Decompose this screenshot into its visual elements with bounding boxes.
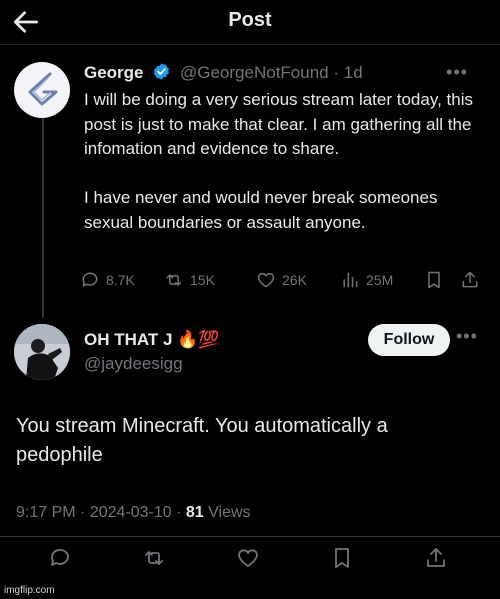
author-name[interactable]: George <box>84 63 144 82</box>
view-count: 25M <box>366 272 394 288</box>
views-button[interactable]: 25M <box>340 266 393 294</box>
share-button[interactable] <box>460 266 480 294</box>
reply-icon <box>82 272 98 287</box>
separator: · <box>176 504 182 521</box>
like-button[interactable]: 26K <box>256 266 307 294</box>
post-time[interactable]: 9:17 PM <box>16 504 76 521</box>
repost-count: 15K <box>190 272 215 288</box>
reply-post-actions <box>0 540 500 576</box>
bookmark-icon <box>428 271 440 289</box>
bookmark-icon <box>335 548 349 568</box>
divider <box>0 536 500 537</box>
more-options-icon[interactable]: ••• <box>446 62 468 83</box>
bookmark-button[interactable] <box>424 266 444 294</box>
repost-icon <box>145 551 163 565</box>
view-count: 81 <box>185 504 204 521</box>
follow-button[interactable]: Follow <box>368 324 450 356</box>
verified-badge-icon <box>154 63 170 80</box>
author-name[interactable]: OH THAT J 🔥💯 <box>84 330 220 350</box>
views-chart-icon <box>343 272 358 288</box>
reply-button[interactable]: 8.7K <box>80 266 135 294</box>
share-icon <box>462 271 478 288</box>
repost-button[interactable]: 15K <box>164 266 215 294</box>
post-date[interactable]: 2024-03-10 <box>90 504 172 521</box>
thread-connector <box>42 118 44 318</box>
reply-icon <box>51 549 69 566</box>
profile-photo-icon <box>14 324 70 380</box>
like-count: 26K <box>282 272 307 288</box>
heart-icon <box>257 272 275 288</box>
reply-count: 8.7K <box>106 272 135 288</box>
avatar[interactable] <box>14 324 70 380</box>
page-title: Post <box>228 9 272 31</box>
share-button[interactable] <box>422 544 450 572</box>
post-text: I will be doing a very serious stream la… <box>84 90 473 232</box>
repost-icon <box>166 274 182 286</box>
reply-button[interactable] <box>46 544 74 572</box>
like-button[interactable] <box>234 544 262 572</box>
watermark: imgflip.com <box>4 585 55 596</box>
separator: · <box>80 504 86 521</box>
avatar[interactable] <box>14 62 70 118</box>
more-options-icon[interactable]: ••• <box>456 326 478 347</box>
heart-icon <box>238 549 258 567</box>
post-time: · 1d <box>333 63 363 82</box>
bookmark-button[interactable] <box>328 544 356 572</box>
post-timestamp-row: 9:17 PM · 2024-03-10 · 81 Views <box>16 504 251 522</box>
post-author-row: George @GeorgeNotFound · 1d ••• <box>84 62 484 86</box>
top-bar: Post <box>0 0 500 45</box>
post-text: You stream Minecraft. You automatically … <box>16 415 388 466</box>
george-logo-icon <box>28 72 58 106</box>
author-handle[interactable]: @jaydeesigg <box>84 354 183 374</box>
repost-button[interactable] <box>140 544 168 572</box>
post-detail-screen: Post George @GeorgeNotFound · 1d ••• I w… <box>0 0 500 599</box>
post-actions: 8.7K 15K 26K 25M <box>80 266 490 294</box>
views-label: Views <box>208 504 251 521</box>
share-icon <box>427 548 445 567</box>
author-handle[interactable]: @GeorgeNotFound <box>180 63 329 82</box>
